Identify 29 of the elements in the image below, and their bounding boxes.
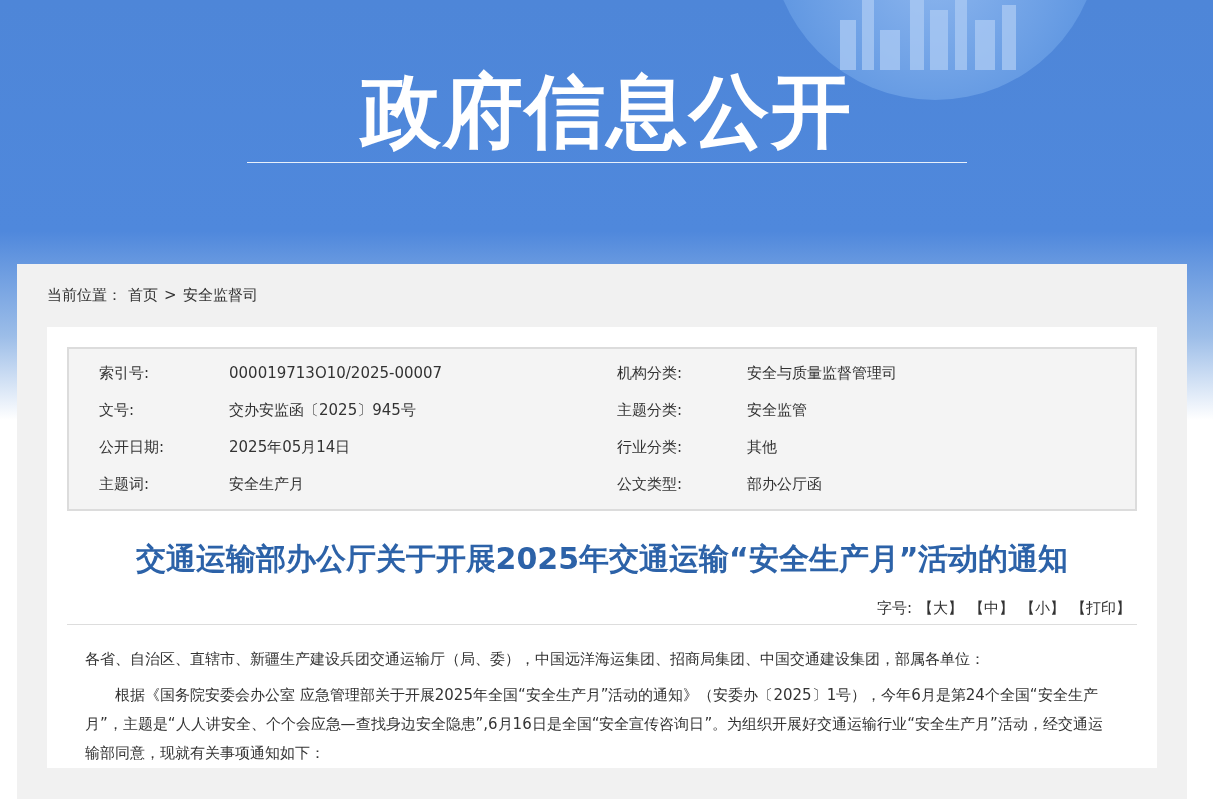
metadata-value: 2025年05月14日	[229, 437, 352, 458]
metadata-label: 机构分类:	[617, 363, 684, 384]
metadata-value: 000019713O10/2025-00007	[229, 363, 444, 384]
font-size-label: 字号:	[876, 599, 912, 618]
metadata-value: 部办公厅函	[747, 474, 823, 495]
breadcrumb-link[interactable]: 安全监督司	[182, 285, 258, 305]
breadcrumb-separator: >	[164, 286, 177, 304]
metadata-value: 安全生产月	[229, 474, 305, 495]
toolbar-link[interactable]: 【打印】	[1071, 599, 1131, 618]
salutation-text: 各省、自治区、直辖市、新疆生产建设兵团交通运输厅（局、委），中国远洋海运集团、招商局集团、中国交通建设集团，部属各单位：	[84, 649, 986, 670]
metadata-label: 文号:	[99, 400, 136, 421]
toolbar-link[interactable]: 【中】	[969, 599, 1014, 618]
metadata-label: 行业分类:	[617, 437, 684, 458]
metadata-value: 安全监管	[747, 400, 808, 421]
breadcrumb-link[interactable]: 首页	[128, 285, 158, 305]
breadcrumb-label: 当前位置：	[47, 285, 122, 305]
page-banner-title: 政府信息公开	[360, 64, 853, 160]
metadata-value: 其他	[747, 437, 778, 458]
article-title: 交通运输部办公厅关于开展2025年交通运输“安全生产月”活动的通知	[134, 540, 1070, 578]
metadata-label: 公开日期:	[99, 437, 166, 458]
body-paragraph: 根据《国务院安委会办公室 应急管理部关于开展2025年全国“安全生产月”活动的通知》（安委办〔2025〕1号），今年6月是第24个全国“安全生产月”，主题是“人人讲安全、个个会应急—查找身边安全隐患”,6月16日是全国“安全宣传咨询日”。为组织开展好交通运输行业“安全生产月”活动，经交通运输部同意，现就有关事项通知如下：	[84, 685, 1104, 764]
metadata-value: 安全与质量监督管理司	[747, 363, 898, 384]
toolbar-link[interactable]: 【大】	[918, 599, 963, 618]
metadata-label: 公文类型:	[617, 474, 684, 495]
toolbar-link[interactable]: 【小】	[1020, 599, 1065, 618]
metadata-label: 主题分类:	[617, 400, 684, 421]
metadata-value: 交办安监函〔2025〕945号	[229, 400, 417, 421]
metadata-label: 主题词:	[99, 474, 151, 495]
metadata-label: 索引号:	[99, 363, 151, 384]
